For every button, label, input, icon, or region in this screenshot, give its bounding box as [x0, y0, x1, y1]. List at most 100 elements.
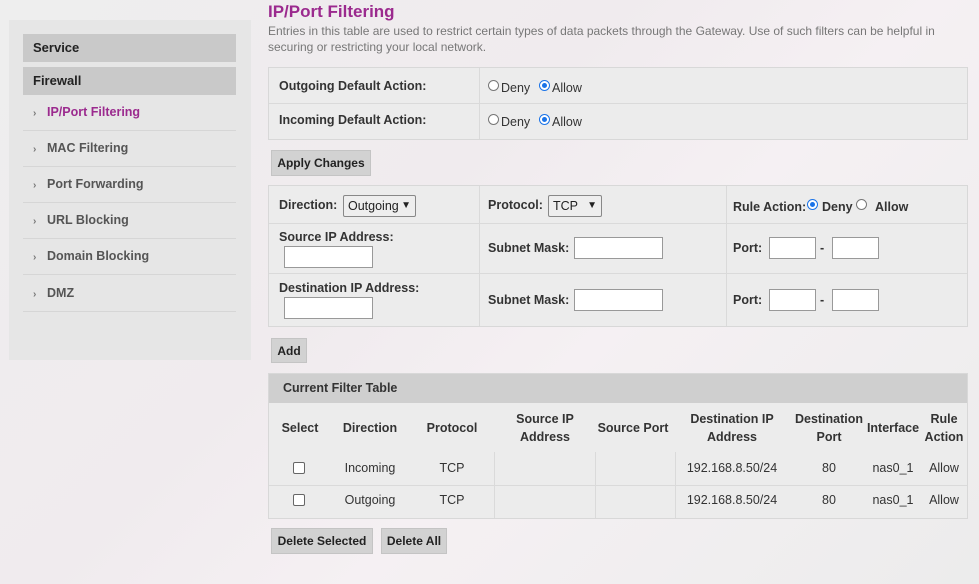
divider [726, 186, 727, 326]
column-header-line: Address [706, 430, 758, 444]
dest-port-dash: - [820, 293, 825, 307]
column-header-protocol: Protocol [426, 421, 478, 435]
direction-select[interactable]: Outgoing ▼ [343, 195, 416, 217]
sidebar-item-domain-blocking[interactable]: › Domain Blocking [23, 239, 236, 275]
sidebar-item-label: MAC Filtering [47, 141, 129, 155]
chevron-right-icon: › [33, 216, 37, 227]
incoming-default-label: Incoming Default Action: [279, 113, 427, 127]
cell-rule-action: Allow [929, 461, 959, 475]
divider [479, 186, 480, 326]
column-header-line: Destination [794, 412, 864, 426]
chevron-right-icon: › [33, 289, 37, 300]
row-select-checkbox[interactable] [293, 462, 305, 474]
rule-action-deny-radio[interactable] [807, 199, 818, 210]
column-header-destination-ip: Destination IP Address [676, 410, 788, 446]
sidebar-item-label: Port Forwarding [47, 177, 144, 191]
cell-direction: Incoming [344, 461, 396, 475]
sidebar-section-firewall[interactable]: Firewall [23, 67, 236, 95]
cell-destination-port: 80 [822, 461, 836, 475]
source-port-label: Port: [733, 241, 763, 255]
add-button[interactable]: Add [271, 338, 307, 363]
sidebar-item-label: IP/Port Filtering [47, 105, 141, 119]
source-ip-input[interactable] [284, 246, 373, 268]
sidebar-item-port-forwarding[interactable]: › Port Forwarding [23, 167, 236, 203]
source-subnet-input[interactable] [574, 237, 663, 259]
dest-ip-input[interactable] [284, 297, 373, 319]
divider [479, 68, 480, 139]
cell-destination-port: 80 [822, 493, 836, 507]
column-header-source-port: Source Port [597, 421, 669, 435]
source-port-end-input[interactable] [832, 237, 879, 259]
divider [269, 103, 967, 104]
column-header-line: Source IP [516, 412, 574, 426]
outgoing-allow-label: Allow [552, 81, 582, 95]
delete-all-button[interactable]: Delete All [381, 528, 447, 554]
source-port-start-input[interactable] [769, 237, 816, 259]
sidebar: Service Firewall › IP/Port Filtering › MAC… [9, 20, 251, 360]
chevron-down-icon: ▼ [587, 200, 597, 211]
protocol-label: Protocol: [488, 198, 543, 212]
page-title: IP/Port Filtering [268, 2, 395, 21]
protocol-select[interactable]: TCP ▼ [548, 195, 602, 217]
column-header-destination-port: Destination Port [791, 410, 867, 446]
cell-protocol: TCP [439, 461, 465, 475]
cell-protocol: TCP [439, 493, 465, 507]
rule-action-label: Rule Action: [733, 200, 807, 214]
column-header-interface: Interface [866, 421, 920, 435]
chevron-right-icon: › [33, 252, 37, 263]
column-header-line: Port [816, 430, 842, 444]
default-action-panel: Outgoing Default Action: Deny Allow Inco… [268, 67, 968, 140]
delete-selected-button[interactable]: Delete Selected [271, 528, 373, 554]
outgoing-deny-radio[interactable] [488, 80, 499, 91]
column-header-line: Address [519, 430, 571, 444]
dest-subnet-input[interactable] [574, 289, 663, 311]
sidebar-item-label: Domain Blocking [47, 249, 150, 263]
sidebar-service-label: Service [33, 40, 80, 55]
incoming-allow-label: Allow [552, 115, 582, 129]
cell-interface: nas0_1 [872, 461, 914, 475]
dest-port-end-input[interactable] [832, 289, 879, 311]
sidebar-item-label: URL Blocking [47, 213, 129, 227]
outgoing-default-label: Outgoing Default Action: [279, 79, 427, 93]
chevron-right-icon: › [33, 144, 37, 155]
source-port-dash: - [820, 241, 825, 255]
divider [269, 485, 967, 486]
sidebar-item-label: DMZ [47, 286, 75, 300]
cell-destination-ip: 192.168.8.50/24 [686, 493, 778, 507]
dest-port-label: Port: [733, 293, 763, 307]
source-ip-label: Source IP Address: [279, 230, 394, 244]
filter-table: Current Filter Table Select Direction Pr… [268, 373, 968, 519]
dest-port-start-input[interactable] [769, 289, 816, 311]
protocol-select-value: TCP [553, 199, 578, 213]
divider [269, 223, 967, 224]
column-header-line: Rule [930, 412, 958, 426]
outgoing-deny-label: Deny [501, 81, 531, 95]
column-header-rule-action: Rule Action [921, 410, 967, 446]
chevron-right-icon: › [33, 108, 37, 119]
incoming-allow-radio[interactable] [539, 114, 550, 125]
apply-changes-button[interactable]: Apply Changes [271, 150, 371, 176]
sidebar-section-service[interactable]: Service [23, 34, 236, 62]
sidebar-item-dmz[interactable]: › DMZ [23, 276, 236, 312]
source-subnet-label: Subnet Mask: [488, 241, 570, 255]
incoming-deny-radio[interactable] [488, 114, 499, 125]
rule-panel: Direction: Outgoing ▼ Protocol: TCP ▼ Ru… [268, 185, 968, 327]
filter-table-title: Current Filter Table [283, 381, 398, 395]
cell-destination-ip: 192.168.8.50/24 [686, 461, 778, 475]
sidebar-item-ip-port-filtering[interactable]: › IP/Port Filtering [23, 95, 236, 131]
column-header-line: Destination IP [690, 412, 774, 426]
outgoing-allow-radio[interactable] [539, 80, 550, 91]
sidebar-item-url-blocking[interactable]: › URL Blocking [23, 203, 236, 239]
divider [269, 273, 967, 274]
chevron-down-icon: ▼ [401, 200, 411, 211]
column-header-source-ip: Source IP Address [495, 410, 595, 446]
rule-action-deny-label: Deny [822, 200, 853, 214]
cell-direction: Outgoing [344, 493, 396, 507]
direction-select-value: Outgoing [348, 199, 399, 213]
rule-action-allow-radio[interactable] [856, 199, 867, 210]
sidebar-firewall-label: Firewall [33, 73, 82, 88]
row-select-checkbox[interactable] [293, 494, 305, 506]
dest-ip-label: Destination IP Address: [279, 281, 420, 295]
direction-label: Direction: [279, 198, 338, 212]
sidebar-item-mac-filtering[interactable]: › MAC Filtering [23, 131, 236, 167]
